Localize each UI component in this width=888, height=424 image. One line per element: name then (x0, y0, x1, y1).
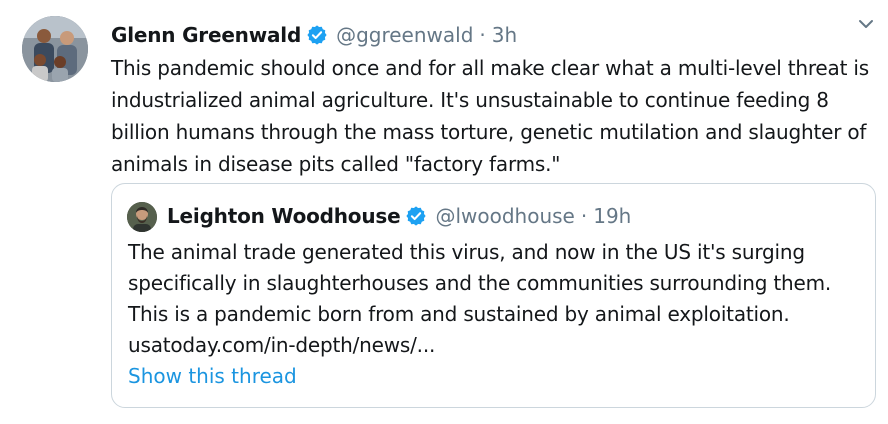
tweet-text: This pandemic should once and for all ma… (111, 56, 869, 176)
quoted-tweet-text: The animal trade generated this virus, a… (128, 240, 832, 357)
separator-dot: · (580, 204, 588, 228)
tweet-header: Glenn Greenwald @ggreenwald · 3h (111, 20, 517, 50)
profile-photo-family-icon (22, 16, 88, 82)
show-thread-link[interactable]: Show this thread (128, 364, 297, 388)
quoted-tweet[interactable]: Leighton Woodhouse @lwoodhouse · 19h The… (111, 183, 876, 408)
chevron-down-icon[interactable] (856, 14, 876, 34)
quoted-author-avatar[interactable] (127, 202, 157, 232)
tweet-timestamp[interactable]: 3h (492, 23, 517, 47)
author-display-name[interactable]: Glenn Greenwald (111, 23, 301, 47)
profile-photo-man-icon (127, 202, 157, 232)
quoted-tweet-header: Leighton Woodhouse @lwoodhouse · 19h (167, 201, 631, 231)
tweet[interactable]: Glenn Greenwald @ggreenwald · 3h This pa… (0, 0, 888, 424)
quoted-tweet-timestamp[interactable]: 19h (593, 204, 631, 228)
author-handle[interactable]: @ggreenwald (336, 23, 473, 47)
verified-badge-icon (306, 24, 328, 46)
author-avatar[interactable] (22, 16, 88, 82)
quoted-author-display-name[interactable]: Leighton Woodhouse (167, 204, 401, 228)
separator-dot: · (479, 23, 486, 47)
verified-badge-icon (405, 205, 427, 227)
quoted-author-handle[interactable]: @lwoodhouse (435, 204, 574, 228)
